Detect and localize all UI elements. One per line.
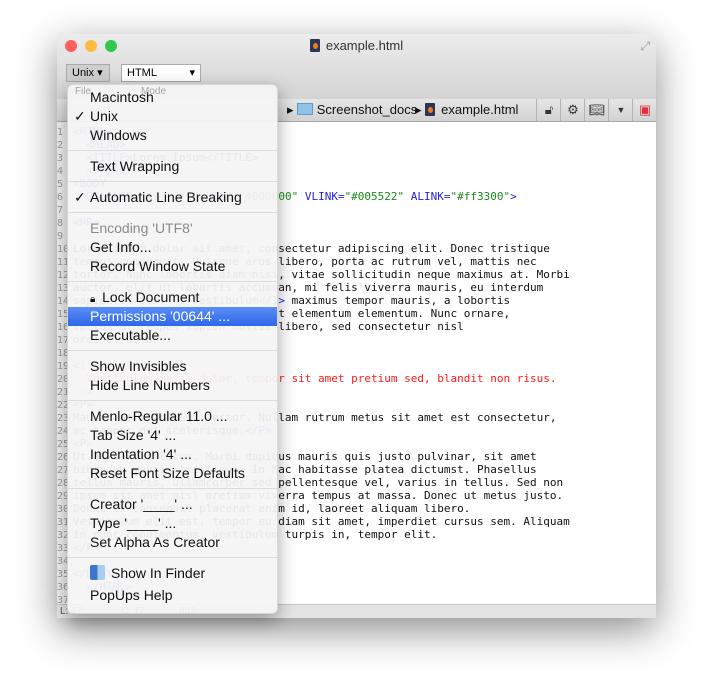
book-icon[interactable]: 📖︎ <box>584 99 609 121</box>
mode-label: Mode <box>141 86 167 97</box>
menu-item-label: Unix <box>90 108 119 124</box>
code-token: VLINK= <box>298 190 345 203</box>
menu-item-label: Hide Line Numbers <box>90 377 210 393</box>
menu-item-get-info[interactable]: Get Info... <box>68 238 277 257</box>
menu-separator <box>68 150 277 151</box>
code-token: "#ff3300" <box>450 190 511 203</box>
menu-separator <box>68 181 277 182</box>
menu-item-show-in-finder[interactable]: Show In Finder <box>68 564 277 583</box>
path-file[interactable]: ▸ example.html <box>415 102 518 118</box>
save-icon[interactable]: ▣ <box>632 99 656 121</box>
window-title: example.html <box>57 38 656 53</box>
lock-icon[interactable]: 🔓︎ <box>536 99 561 121</box>
menu-separator <box>68 488 277 489</box>
menu-item-unix[interactable]: ✓ Unix <box>68 107 277 126</box>
menu-item-automatic-line-breaking[interactable]: ✓ Automatic Line Breaking <box>68 188 277 207</box>
menu-separator <box>68 212 277 213</box>
menu-item-reset-font-size-defaults[interactable]: Reset Font Size Defaults <box>68 464 277 483</box>
menu-item-label: Record Window State <box>90 258 226 274</box>
popups-menu: Macintosh ✓ Unix Windows Text Wrapping ✓ Autom… <box>67 84 278 614</box>
menu-item-label: Executable... <box>90 327 171 343</box>
menu-item-label: Lock Document <box>102 289 200 305</box>
code-token: > <box>510 190 517 203</box>
menu-separator <box>68 400 277 401</box>
line-endings-popup[interactable]: Unix ▾ <box>66 64 110 82</box>
menu-item-label: Reset Font Size Defaults <box>90 465 245 481</box>
menu-item-label: PopUps Help <box>90 587 173 603</box>
gear-icon[interactable]: ⚙ <box>560 99 585 121</box>
checkmark-icon: ✓ <box>74 189 86 205</box>
menu-item-show-invisibles[interactable]: Show Invisibles <box>68 357 277 376</box>
menu-item-label: Menlo-Regular 11.0 ... <box>90 408 228 424</box>
window-title-text: example.html <box>325 38 404 53</box>
menu-item-label: Get Info... <box>90 239 152 255</box>
mode-value: HTML <box>127 67 157 79</box>
path-folder[interactable]: ▸ Screenshot_docs <box>287 102 417 118</box>
folder-name: Screenshot_docs <box>316 102 418 117</box>
chevron-down-icon[interactable]: ▼ <box>608 99 633 121</box>
html-document-icon <box>309 39 320 52</box>
menu-item-label: Windows <box>90 127 147 143</box>
lock-icon: 🔒︎ <box>90 294 99 305</box>
code-token: ALINK= <box>404 190 451 203</box>
menu-item-label: Set Alpha As Creator <box>90 534 220 550</box>
menu-item-tab-size-4[interactable]: Tab Size '4' ... <box>68 426 277 445</box>
mode-popup[interactable]: HTML ▾ <box>121 64 201 82</box>
menu-item-menlo-regular-11-0[interactable]: Menlo-Regular 11.0 ... <box>68 407 277 426</box>
menu-item-encoding-utf8: Encoding 'UTF8' <box>68 219 277 238</box>
menu-item-text-wrapping[interactable]: Text Wrapping <box>68 157 277 176</box>
menu-item-label: Tab Size '4' ... <box>90 427 177 443</box>
menu-item-label: Show In Finder <box>111 565 206 581</box>
menu-item-label: Creator '____' ... <box>90 496 193 512</box>
menu-item-windows[interactable]: Windows <box>68 126 277 145</box>
checkmark-icon: ✓ <box>74 108 86 124</box>
fullscreen-icon[interactable]: ⤢ <box>640 39 650 54</box>
menu-separator <box>68 281 277 282</box>
menu-item-indentation-4[interactable]: Indentation '4' ... <box>68 445 277 464</box>
file-label: File <box>75 86 92 97</box>
menu-item-label: Text Wrapping <box>90 158 180 174</box>
menu-item-record-window-state[interactable]: Record Window State <box>68 257 277 276</box>
menu-item-label: Indentation '4' ... <box>90 446 192 462</box>
menu-separator <box>68 350 277 351</box>
chevron-down-icon: ▾ <box>189 67 195 79</box>
menu-item-permissions-00644[interactable]: Permissions '00644' ... <box>68 307 277 326</box>
menu-item-hide-line-numbers[interactable]: Hide Line Numbers <box>68 376 277 395</box>
menu-item-macintosh[interactable]: Macintosh <box>68 88 277 107</box>
menu-item-label: Type '____' ... <box>90 515 177 531</box>
menu-item-label: Automatic Line Breaking <box>90 189 242 205</box>
menu-item-creator[interactable]: Creator '____' ... <box>68 495 277 514</box>
file-name: example.html <box>441 102 519 117</box>
finder-icon <box>90 565 105 580</box>
menu-item-type[interactable]: Type '____' ... <box>68 514 277 533</box>
menu-item-label: Show Invisibles <box>90 358 187 374</box>
menu-item-label: Permissions '00644' ... <box>90 308 230 324</box>
line-endings-value: Unix <box>72 67 95 79</box>
menu-item-popups-help[interactable]: PopUps Help <box>68 586 277 605</box>
folder-icon <box>297 103 314 115</box>
html-document-icon <box>425 103 436 116</box>
menu-item-lock-document[interactable]: 🔒︎ Lock Document <box>68 288 277 307</box>
code-token: maximus tempor mauris, a lobortis <box>284 294 511 307</box>
menu-item-executable[interactable]: Executable... <box>68 326 277 345</box>
menu-item-label: Encoding 'UTF8' <box>90 220 193 236</box>
code-token: "#005522" <box>344 190 405 203</box>
menu-separator <box>68 557 277 558</box>
menu-item-set-alpha-as-creator[interactable]: Set Alpha As Creator <box>68 533 277 552</box>
